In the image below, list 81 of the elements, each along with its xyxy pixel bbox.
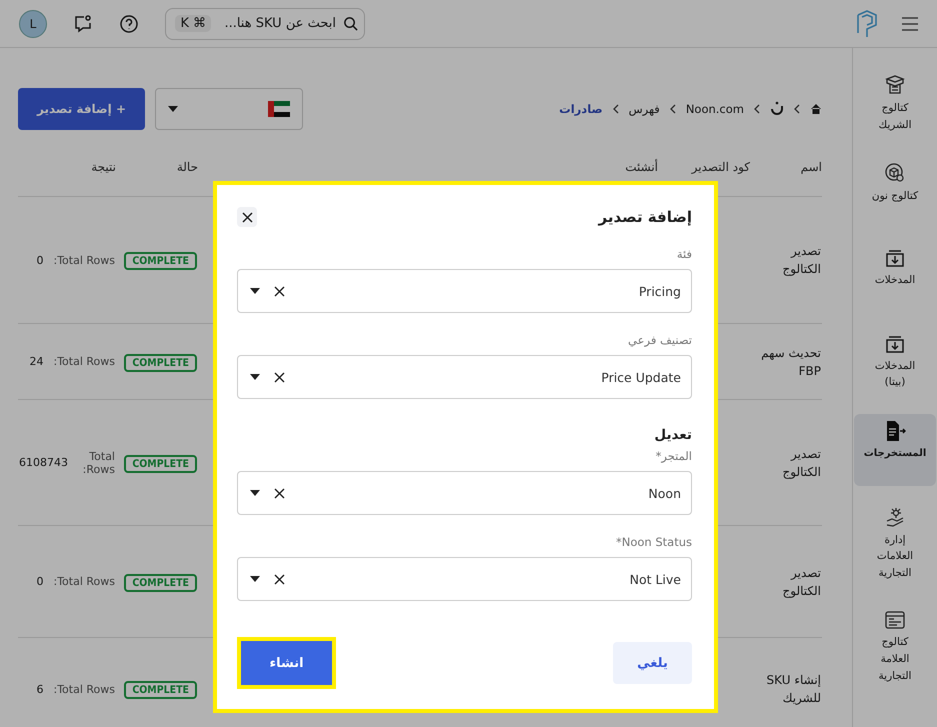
close-button[interactable] xyxy=(237,207,257,227)
status-badge: COMPLETE xyxy=(124,574,197,592)
status-badge: COMPLETE xyxy=(124,252,197,270)
cube-icon xyxy=(884,162,906,184)
sidebar-item[interactable]: المدخلات (بيتا) xyxy=(854,328,936,400)
download-tray-icon xyxy=(885,248,905,268)
clear-icon[interactable] xyxy=(274,286,285,296)
status-badge: COMPLETE xyxy=(124,681,197,699)
result-label: Total Rows: xyxy=(53,682,115,696)
table-cell-text: تحديث سهم FBP xyxy=(760,344,821,380)
field-label: تصنيف فرعي xyxy=(628,333,692,347)
select-field[interactable]: Pricing xyxy=(237,269,692,313)
help-icon[interactable] xyxy=(119,14,139,34)
column-header: نتيجة xyxy=(18,158,116,196)
column-header: كود التصدير xyxy=(658,158,750,196)
chat-icon[interactable] xyxy=(73,14,93,34)
create-button[interactable]: انشاء xyxy=(237,637,336,689)
clear-icon[interactable] xyxy=(274,574,285,584)
sidebar-item[interactable]: كتالوج الشريك xyxy=(854,68,936,142)
sidebar-item[interactable]: إدارة العلامات التجارية xyxy=(854,500,936,590)
field-label: فئة xyxy=(676,247,692,261)
section-heading: تعديل xyxy=(653,427,692,443)
result-label: Total Rows: xyxy=(53,254,115,266)
result-label: Total Rows: xyxy=(53,355,115,368)
chevron-icon xyxy=(612,104,619,114)
field-label: Noon Status* xyxy=(616,535,692,549)
sidebar-item[interactable]: كتالوج نون xyxy=(854,156,936,228)
sidebar-item[interactable]: المستخرجات xyxy=(854,414,936,486)
field-label: المتجر* xyxy=(656,449,692,463)
flag-icon xyxy=(268,101,290,117)
menu-icon[interactable] xyxy=(901,16,919,30)
column-header: أنشئت xyxy=(198,158,658,196)
home-icon[interactable] xyxy=(810,103,822,115)
close-icon xyxy=(242,212,252,222)
table-cell-text: تصدير الكتالوج xyxy=(782,446,821,480)
sidebar-item[interactable]: المدخلات xyxy=(854,242,936,314)
column-header: اسم xyxy=(750,158,822,196)
column-header: حالة xyxy=(116,158,198,196)
download-tray-icon xyxy=(885,334,905,354)
result-value: 0 xyxy=(36,254,44,266)
caret-icon[interactable] xyxy=(250,490,260,496)
search-icon xyxy=(343,16,358,31)
table-cell-text: تصدير الكتالوج xyxy=(782,564,821,600)
add-export-button[interactable]: + إضافة تصدير xyxy=(18,88,145,130)
status-badge: COMPLETE xyxy=(124,354,197,372)
noon-logo-icon[interactable] xyxy=(770,101,784,117)
box-icon xyxy=(885,74,905,96)
caret-icon xyxy=(168,106,178,112)
chevron-icon xyxy=(794,104,800,114)
caret-icon[interactable] xyxy=(250,288,260,294)
user-avatar[interactable]: L xyxy=(19,10,47,38)
chevron-icon xyxy=(754,104,760,114)
search-input[interactable]: ابحث عن SKU هنا... xyxy=(216,15,338,32)
caret-icon[interactable] xyxy=(250,576,260,582)
caret-icon[interactable] xyxy=(250,374,260,380)
table-cell-text: إنشاء SKU للشريك xyxy=(766,672,821,707)
country-select[interactable] xyxy=(155,88,303,130)
breadcrumb-link[interactable]: Noon.com xyxy=(686,102,744,116)
select-field[interactable]: Price Update xyxy=(237,355,692,399)
clear-icon[interactable] xyxy=(274,372,285,382)
breadcrumb-link[interactable]: فهرس xyxy=(628,102,660,116)
result-value: 6108743 xyxy=(19,456,68,469)
cancel-button[interactable]: يلغي xyxy=(613,642,692,684)
logo-icon[interactable] xyxy=(855,8,879,38)
sidebar-item[interactable]: كتالوج العلامة التجارية xyxy=(854,604,936,692)
result-value: 0 xyxy=(36,575,44,588)
status-badge: COMPLETE xyxy=(124,454,197,472)
breadcrumb-link[interactable]: صادرات xyxy=(559,102,603,116)
shortcut-keys: K ⌘ xyxy=(175,15,211,32)
result-value: 6 xyxy=(36,682,44,696)
file-export-icon xyxy=(884,420,906,442)
id-card-icon xyxy=(884,610,906,630)
result-label: Total Rows: xyxy=(53,575,115,588)
select-field[interactable]: Noon xyxy=(237,471,692,515)
clear-icon[interactable] xyxy=(274,488,285,498)
result-label: Total Rows: xyxy=(82,450,115,476)
table-cell-text: تصدير الكتالوج xyxy=(782,243,821,278)
result-value: 24 xyxy=(29,355,44,368)
select-field[interactable]: Not Live xyxy=(237,557,692,601)
dialog-title: إضافة تصدير xyxy=(598,208,692,226)
chevron-icon xyxy=(670,104,676,114)
